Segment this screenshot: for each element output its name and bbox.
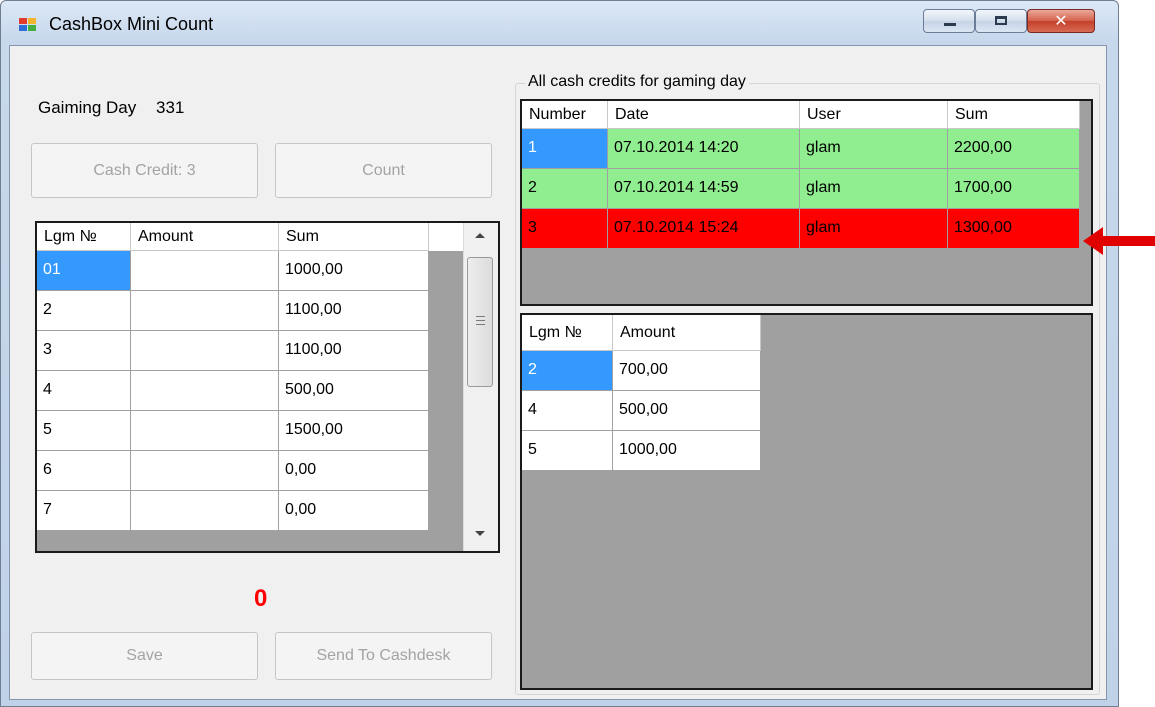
table-cell[interactable]: [131, 491, 279, 531]
table-cell[interactable]: 4: [37, 371, 131, 411]
table-cell[interactable]: 500,00: [613, 391, 761, 431]
table-cell[interactable]: 01: [37, 251, 131, 291]
cash-credit-button[interactable]: Cash Credit: 3: [31, 143, 258, 198]
table-cell[interactable]: 1700,00: [948, 169, 1080, 209]
table-cell[interactable]: 07.10.2014 14:20: [608, 129, 800, 169]
table-cell[interactable]: [131, 331, 279, 371]
table-cell[interactable]: 2: [37, 291, 131, 331]
table-cell[interactable]: 7: [37, 491, 131, 531]
table-cell[interactable]: 5: [37, 411, 131, 451]
total-value: 0: [254, 585, 268, 612]
close-icon: ✕: [1054, 11, 1068, 30]
table-cell[interactable]: 4: [522, 391, 613, 431]
table-cell[interactable]: 07.10.2014 14:59: [608, 169, 800, 209]
table-cell[interactable]: 6: [37, 451, 131, 491]
maximize-button[interactable]: [975, 9, 1027, 33]
table-cell[interactable]: 1500,00: [279, 411, 429, 451]
window-title: CashBox Mini Count: [49, 14, 214, 34]
table-cell[interactable]: 1000,00: [279, 251, 429, 291]
table-cell[interactable]: glam: [800, 209, 948, 249]
scroll-thumb[interactable]: [467, 257, 493, 387]
column-header[interactable]: Amount: [613, 315, 761, 351]
column-header[interactable]: Amount: [131, 223, 279, 251]
app-icon: [19, 18, 39, 32]
column-header[interactable]: Number: [522, 101, 608, 129]
credit-detail-grid[interactable]: Lgm № Amount 2 700,00 4 500,00 5 1000,00: [520, 313, 1093, 690]
table-cell[interactable]: 2: [522, 351, 613, 391]
minimize-button[interactable]: [923, 9, 975, 33]
column-header[interactable]: Date: [608, 101, 800, 129]
table-cell[interactable]: [131, 411, 279, 451]
table-cell[interactable]: [131, 251, 279, 291]
table-cell[interactable]: 5: [522, 431, 613, 471]
table-cell[interactable]: glam: [800, 169, 948, 209]
column-header[interactable]: Lgm №: [522, 315, 613, 351]
title-bar[interactable]: CashBox Mini Count ✕: [1, 1, 1118, 43]
table-cell[interactable]: 0,00: [279, 491, 429, 531]
column-header[interactable]: Sum: [948, 101, 1080, 129]
table-cell[interactable]: 500,00: [279, 371, 429, 411]
table-cell[interactable]: 0,00: [279, 451, 429, 491]
column-header[interactable]: User: [800, 101, 948, 129]
table-cell[interactable]: [131, 371, 279, 411]
table-cell[interactable]: 1300,00: [948, 209, 1080, 249]
send-to-cashdesk-button[interactable]: Send To Cashdesk: [275, 632, 492, 680]
column-header[interactable]: Lgm №: [37, 223, 131, 251]
cash-credits-group-caption: All cash credits for gaming day: [525, 73, 749, 91]
table-cell[interactable]: 3: [522, 209, 608, 249]
table-cell[interactable]: 2200,00: [948, 129, 1080, 169]
table-cell[interactable]: 1000,00: [613, 431, 761, 471]
gaming-day-value: 331: [156, 98, 185, 117]
minimize-icon: [944, 23, 956, 26]
column-header[interactable]: Sum: [279, 223, 429, 251]
vertical-scrollbar[interactable]: [463, 223, 498, 551]
table-cell[interactable]: 07.10.2014 15:24: [608, 209, 800, 249]
save-button[interactable]: Save: [31, 632, 258, 680]
table-cell[interactable]: [131, 291, 279, 331]
cash-credits-grid[interactable]: Number Date User Sum 1 07.10.2014 14:20 glam 22…: [520, 99, 1093, 306]
table-cell[interactable]: glam: [800, 129, 948, 169]
client-area: Gaiming Day 331 Cash Credit: 3 Count Lgm…: [9, 45, 1107, 700]
table-cell[interactable]: 3: [37, 331, 131, 371]
gaming-day-label: Gaiming Day: [38, 98, 137, 117]
table-cell[interactable]: 1100,00: [279, 331, 429, 371]
lgm-sum-grid[interactable]: Lgm № Amount Sum 01 1000,00 2 1100,00 3 1100,00 4…: [35, 221, 500, 553]
close-button[interactable]: ✕: [1027, 9, 1095, 33]
table-cell[interactable]: [131, 451, 279, 491]
scroll-up-icon[interactable]: [475, 233, 485, 238]
table-cell[interactable]: 1100,00: [279, 291, 429, 331]
table-cell[interactable]: 1: [522, 129, 608, 169]
table-cell[interactable]: 700,00: [613, 351, 761, 391]
annotation-arrow-icon: [1083, 227, 1155, 255]
maximize-icon: [995, 16, 1007, 25]
count-button[interactable]: Count: [275, 143, 492, 198]
scroll-down-icon[interactable]: [475, 531, 485, 536]
table-cell[interactable]: 2: [522, 169, 608, 209]
